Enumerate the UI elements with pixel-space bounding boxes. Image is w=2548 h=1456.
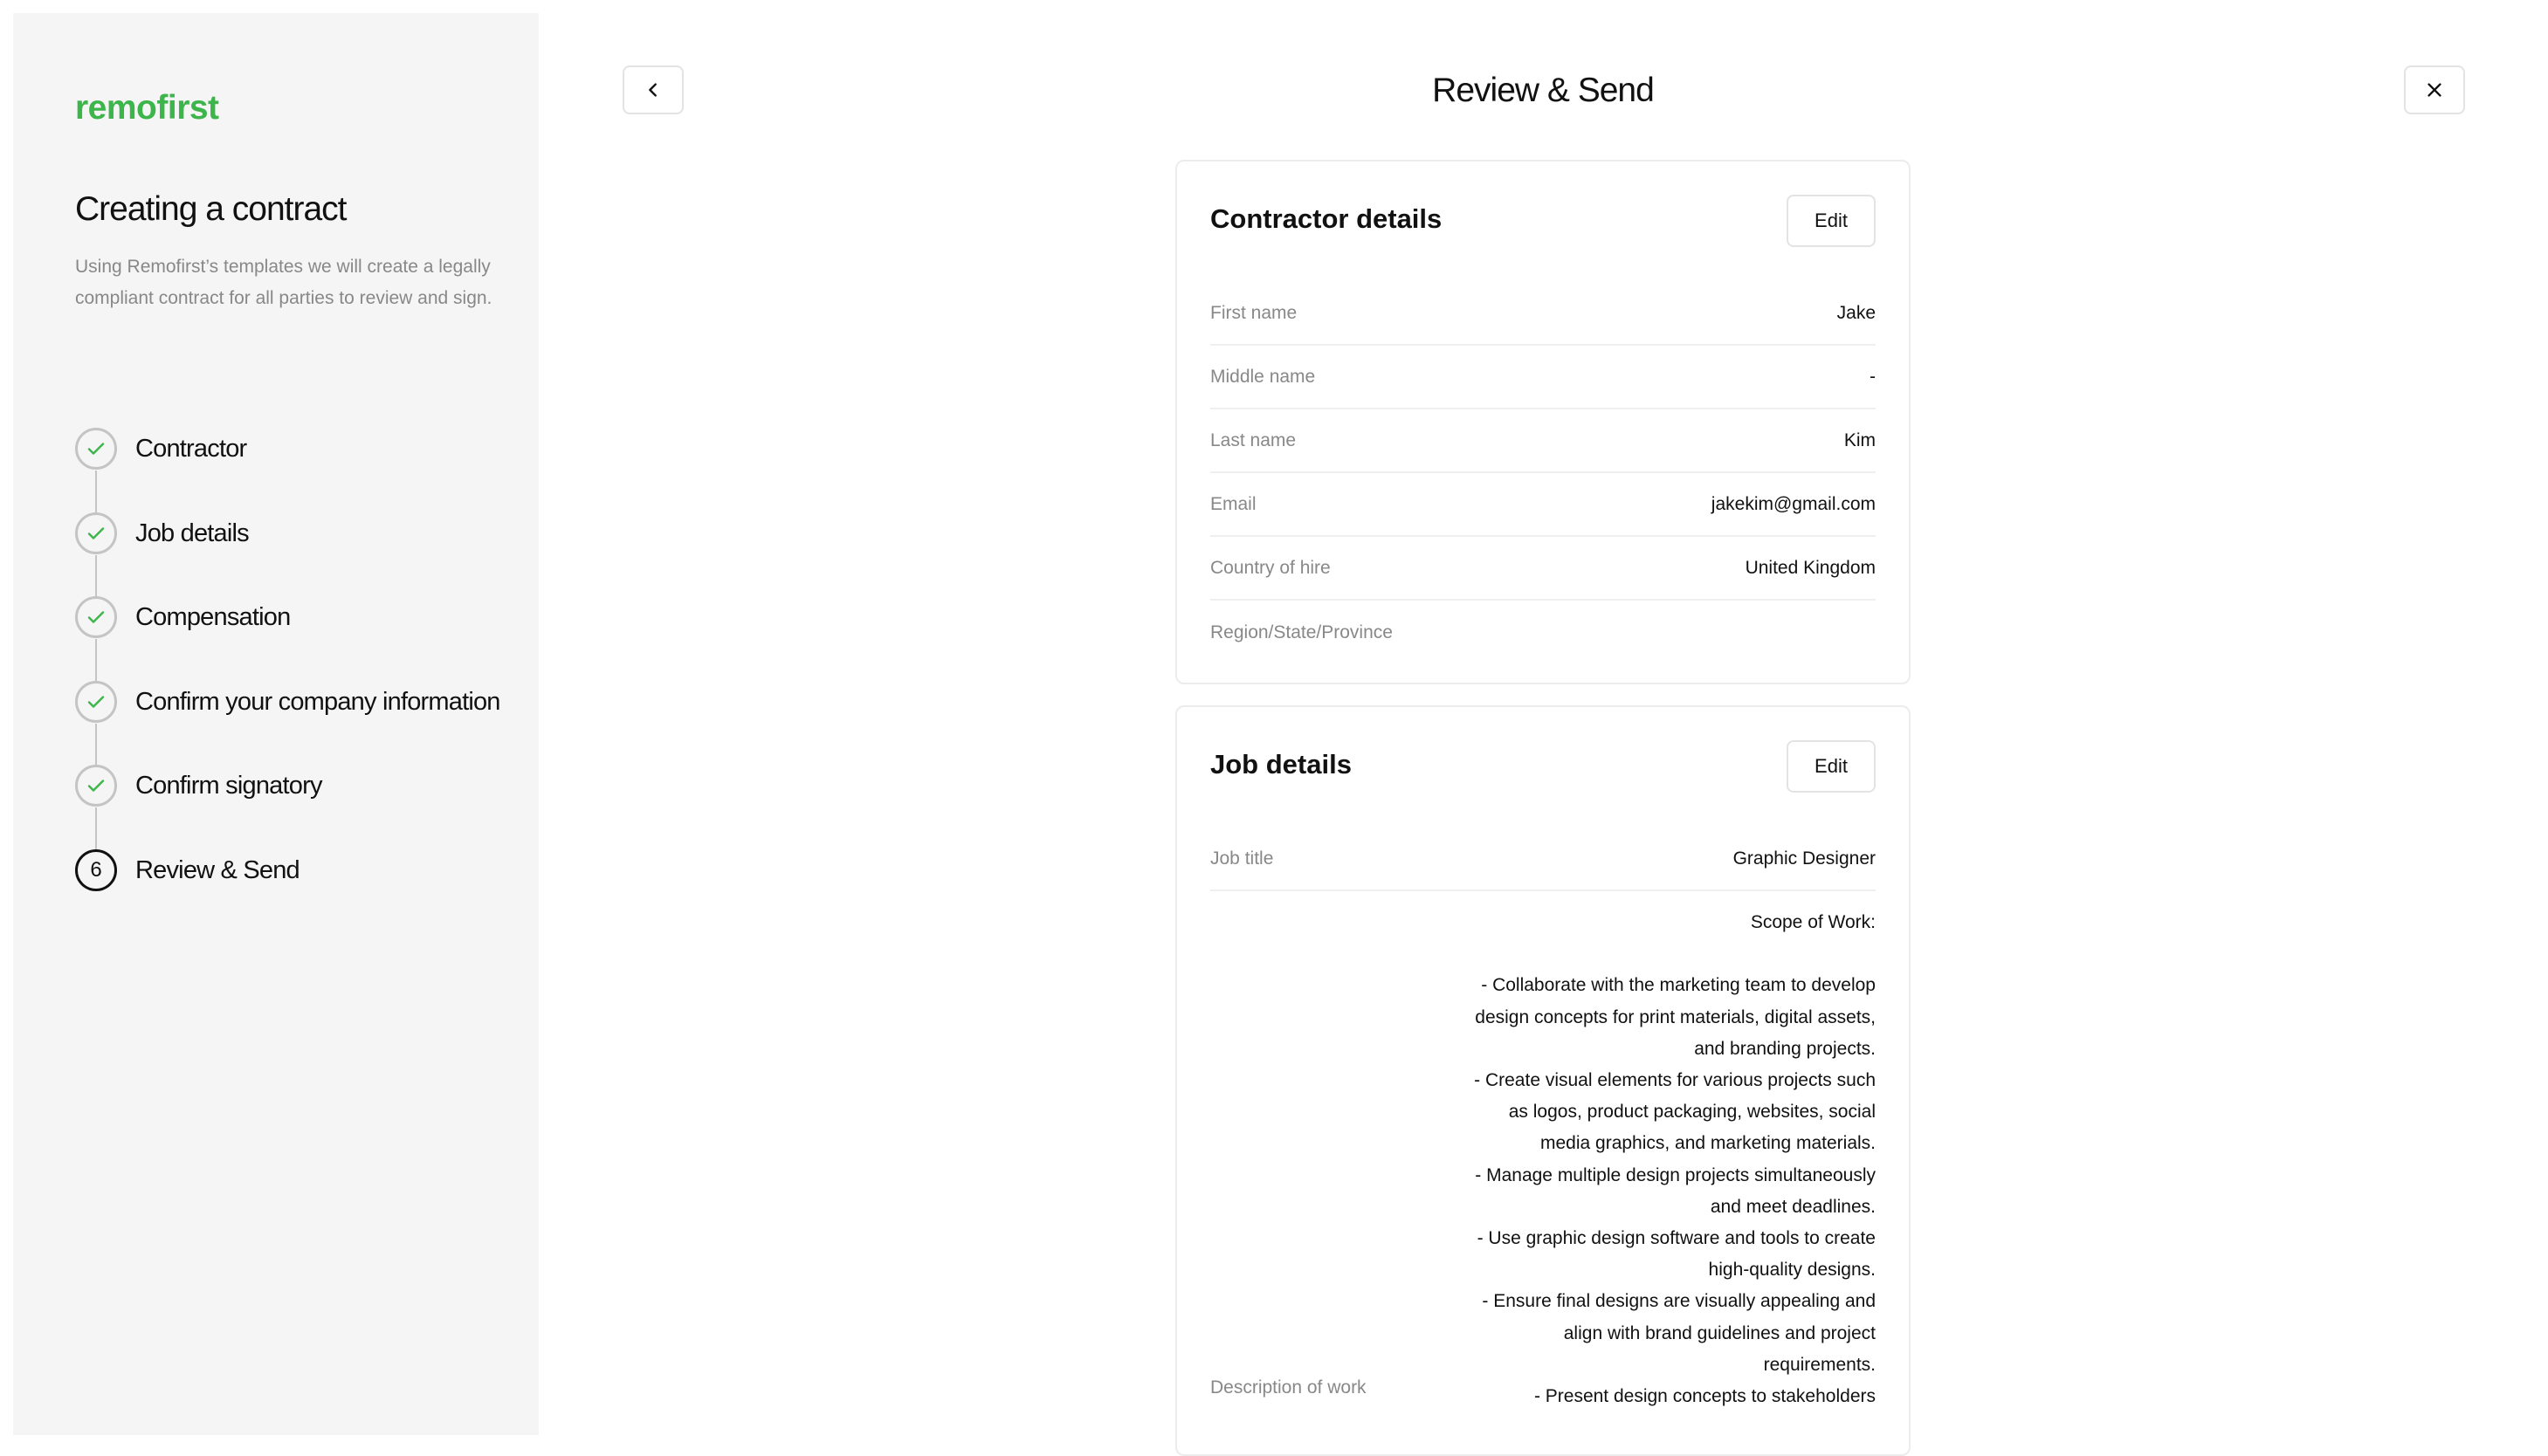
edit-job-button[interactable]: Edit	[1787, 740, 1876, 793]
step-company-information[interactable]: Confirm your company information	[75, 680, 529, 724]
sidebar: remofirst Creating a contract Using Remo…	[13, 13, 539, 1435]
row-value: Jake	[1836, 302, 1876, 323]
page-title: Review & Send	[1432, 72, 1655, 109]
row-label: Description of work	[1210, 1377, 1367, 1398]
step-contractor[interactable]: Contractor	[75, 427, 529, 470]
detail-row-job-title: Job title Graphic Designer	[1210, 828, 1876, 891]
row-label: First name	[1210, 302, 1298, 323]
card-header: Job details Edit	[1210, 707, 1876, 828]
check-icon	[87, 611, 105, 623]
detail-row-last-name: Last name Kim	[1210, 409, 1876, 473]
detail-row-first-name: First name Jake	[1210, 282, 1876, 346]
step-status: 6	[75, 849, 117, 891]
sidebar-description: Using Remofirst’s templates we will crea…	[75, 257, 492, 308]
card-title: Job details	[1210, 749, 1352, 780]
contractor-details-card: Contractor details Edit First name Jake …	[1175, 160, 1911, 684]
detail-row-country: Country of hire United Kingdom	[1210, 537, 1876, 601]
back-button[interactable]	[623, 65, 684, 114]
step-label: Confirm signatory	[135, 771, 322, 800]
step-status	[75, 512, 117, 554]
check-icon	[87, 443, 105, 455]
detail-row-region: Region/State/Province	[1210, 601, 1876, 664]
step-label: Confirm your company information	[135, 687, 500, 716]
row-label: Email	[1210, 493, 1257, 514]
close-button[interactable]	[2404, 65, 2465, 114]
step-connector	[95, 639, 97, 681]
close-icon	[2427, 83, 2441, 97]
step-label: Contractor	[135, 434, 247, 463]
step-status	[75, 681, 117, 723]
step-connector	[95, 555, 97, 597]
row-value: United Kingdom	[1745, 557, 1876, 578]
job-details-card: Job details Edit Job title Graphic Desig…	[1175, 705, 1911, 1456]
step-connector	[95, 807, 97, 849]
step-confirm-signatory[interactable]: Confirm signatory	[75, 764, 529, 807]
step-connector	[95, 724, 97, 766]
step-compensation[interactable]: Compensation	[75, 595, 529, 639]
description-value: Scope of Work: - Collaborate with the ma…	[1474, 912, 1876, 1407]
check-icon	[87, 780, 105, 792]
step-job-details[interactable]: Job details	[75, 512, 529, 555]
step-status	[75, 765, 117, 807]
chevron-left-icon	[649, 83, 657, 97]
row-label: Country of hire	[1210, 557, 1331, 578]
row-value: jakekim@gmail.com	[1711, 493, 1876, 514]
step-status	[75, 596, 117, 638]
card-header: Contractor details Edit	[1210, 161, 1876, 282]
edit-contractor-button[interactable]: Edit	[1787, 195, 1876, 247]
check-icon	[87, 696, 105, 708]
step-label: Job details	[135, 519, 250, 547]
row-value: Graphic Designer	[1732, 848, 1876, 869]
step-status	[75, 428, 117, 470]
step-label: Review & Send	[135, 855, 300, 884]
row-value: Kim	[1843, 429, 1876, 450]
check-icon	[87, 527, 105, 539]
row-value: -	[1870, 366, 1876, 387]
row-label: Region/State/Province	[1210, 622, 1393, 642]
row-label: Job title	[1210, 848, 1274, 869]
detail-row-email: Email jakekim@gmail.com	[1210, 473, 1876, 537]
sidebar-title: Creating a contract	[75, 190, 348, 228]
step-connector	[95, 470, 97, 512]
detail-row-description: Description of work Scope of Work: - Col…	[1210, 891, 1876, 1412]
detail-row-middle-name: Middle name -	[1210, 346, 1876, 409]
step-label: Compensation	[135, 602, 291, 631]
step-number: 6	[90, 858, 102, 882]
step-review-send[interactable]: 6 Review & Send	[75, 848, 529, 892]
card-title: Contractor details	[1210, 203, 1443, 234]
row-label: Middle name	[1210, 366, 1316, 387]
row-label: Last name	[1210, 429, 1297, 450]
remofirst-logo[interactable]: remofirst	[75, 89, 219, 127]
